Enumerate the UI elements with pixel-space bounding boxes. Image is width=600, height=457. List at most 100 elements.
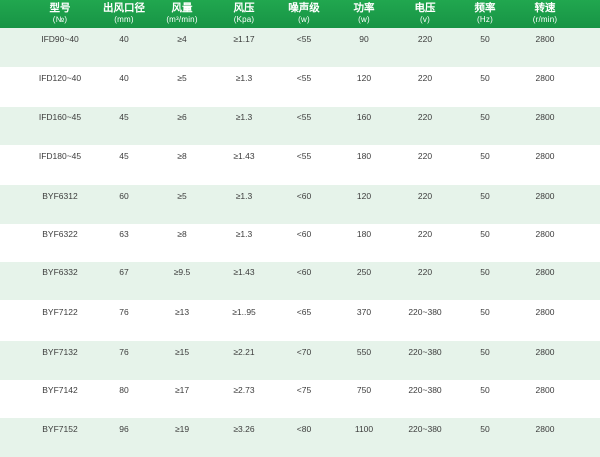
cell-voltage: 220~380 — [408, 423, 442, 434]
table-row: BYF6332 67 ≥9.5 ≥1.43 <60 250 220 50 2800 — [0, 262, 600, 300]
cell-noise-level: <55 — [296, 33, 312, 44]
header-title: 风量 — [171, 2, 193, 14]
cell-airflow: ≥9.5 — [173, 267, 191, 277]
table-row: BYF7142 80 ≥17 ≥2.73 <75 750 220~380 50 2800 — [0, 380, 600, 418]
header-unit: (Kpa) — [233, 15, 255, 24]
cell-voltage: 220~380 — [408, 385, 442, 395]
cell-airflow: ≥17 — [174, 385, 190, 395]
cell-pressure: ≥3.26 — [233, 423, 255, 434]
table-row: BYF6312 60 ≥5 ≥1.3 <60 120 220 50 2800 — [0, 185, 600, 224]
cell-voltage: 220 — [417, 112, 433, 122]
cell-frequency: 50 — [480, 73, 490, 83]
cell-power: 370 — [356, 306, 372, 317]
table-row: IFD120~40 40 ≥5 ≥1.3 <55 120 220 50 2800 — [0, 67, 600, 107]
header-unit: (w) — [358, 15, 370, 24]
header-frequency: 频率 (Hz) — [460, 2, 510, 26]
cell-model: BYF7142 — [42, 385, 78, 395]
cell-noise-level: <60 — [296, 229, 312, 239]
cell-frequency: 50 — [480, 112, 490, 122]
table-row: BYF7122 76 ≥13 ≥1..95 <65 370 220~380 50 2800 — [0, 300, 600, 341]
cell-power: 180 — [356, 229, 372, 239]
table-row: IFD90~40 40 ≥4 ≥1.17 <55 90 220 50 2800 — [0, 28, 600, 67]
cell-speed: 2800 — [535, 151, 555, 161]
header-title: 噪声级 — [288, 2, 320, 14]
spec-table: 型号 (№) 出风口径 (mm) 风量 (m³/min) 风压 (Kpa) 噪声级 (w) 功率 (w… — [0, 0, 600, 457]
cell-noise-level: <55 — [296, 151, 312, 161]
cell-airflow: ≥13 — [174, 306, 190, 317]
cell-pressure: ≥2.21 — [233, 346, 255, 357]
header-speed: 转速 (r/min) — [517, 2, 573, 26]
cell-voltage: 220 — [417, 190, 433, 201]
cell-speed: 2800 — [535, 306, 555, 317]
cell-voltage: 220 — [417, 267, 433, 277]
cell-outlet-diameter: 45 — [119, 112, 129, 122]
cell-speed: 2800 — [535, 73, 555, 83]
header-power: 功率 (w) — [336, 2, 392, 26]
cell-frequency: 50 — [480, 190, 490, 201]
cell-pressure: ≥1.43 — [233, 267, 255, 277]
cell-speed: 2800 — [535, 267, 555, 277]
cell-airflow: ≥5 — [177, 73, 187, 83]
cell-outlet-diameter: 96 — [119, 423, 129, 434]
cell-airflow: ≥8 — [177, 151, 187, 161]
cell-airflow: ≥15 — [174, 346, 190, 357]
cell-voltage: 220 — [417, 73, 433, 83]
cell-model: BYF6322 — [42, 229, 78, 239]
header-title: 转速 — [534, 2, 556, 14]
cell-outlet-diameter: 67 — [119, 267, 129, 277]
header-unit: (v) — [420, 15, 430, 24]
cell-outlet-diameter: 80 — [119, 385, 129, 395]
cell-voltage: 220 — [417, 33, 433, 44]
cell-model: BYF6332 — [42, 267, 78, 277]
cell-model: IFD90~40 — [41, 33, 79, 44]
cell-power: 90 — [359, 33, 369, 44]
cell-speed: 2800 — [535, 112, 555, 122]
cell-power: 250 — [356, 267, 372, 277]
cell-power: 550 — [356, 346, 372, 357]
cell-frequency: 50 — [480, 423, 490, 434]
cell-frequency: 50 — [480, 151, 490, 161]
cell-airflow: ≥6 — [177, 112, 187, 122]
cell-noise-level: <55 — [296, 112, 312, 122]
cell-power: 120 — [356, 190, 372, 201]
header-title: 频率 — [474, 2, 496, 14]
cell-model: IFD180~45 — [38, 151, 82, 161]
cell-power: 160 — [356, 112, 372, 122]
cell-pressure: ≥1.43 — [233, 151, 255, 161]
cell-noise-level: <75 — [296, 385, 312, 395]
cell-airflow: ≥19 — [174, 423, 190, 434]
cell-model: BYF6312 — [42, 190, 78, 201]
cell-model: IFD120~40 — [38, 73, 82, 83]
cell-speed: 2800 — [535, 33, 555, 44]
cell-pressure: ≥1.3 — [235, 229, 253, 239]
cell-frequency: 50 — [480, 229, 490, 239]
cell-power: 1100 — [354, 423, 374, 434]
cell-model: IFD160~45 — [38, 112, 82, 122]
cell-frequency: 50 — [480, 33, 490, 44]
cell-power: 120 — [356, 73, 372, 83]
cell-noise-level: <65 — [296, 306, 312, 317]
cell-outlet-diameter: 40 — [119, 73, 129, 83]
header-noise-level: 噪声级 (w) — [276, 2, 332, 26]
cell-pressure: ≥1..95 — [232, 306, 256, 317]
header-title: 型号 — [49, 2, 71, 14]
cell-power: 750 — [356, 385, 372, 395]
table-row: BYF6322 63 ≥8 ≥1.3 <60 180 220 50 2800 — [0, 224, 600, 262]
table-row: BYF7132 76 ≥15 ≥2.21 <70 550 220~380 50 2800 — [0, 341, 600, 380]
cell-power: 180 — [356, 151, 372, 161]
cell-outlet-diameter: 45 — [119, 151, 129, 161]
cell-outlet-diameter: 63 — [119, 229, 129, 239]
table-row: BYF7152 96 ≥19 ≥3.26 <80 1100 220~380 50 2800 — [0, 418, 600, 457]
cell-voltage: 220~380 — [408, 306, 442, 317]
header-pressure: 风压 (Kpa) — [214, 2, 274, 26]
header-unit: (mm) — [114, 15, 134, 24]
cell-frequency: 50 — [480, 385, 490, 395]
cell-speed: 2800 — [535, 346, 555, 357]
header-model: 型号 (№) — [15, 2, 105, 26]
cell-speed: 2800 — [535, 423, 555, 434]
cell-outlet-diameter: 40 — [119, 33, 129, 44]
header-unit: (w) — [298, 15, 310, 24]
cell-model: BYF7152 — [42, 423, 78, 434]
header-unit: (№) — [52, 15, 68, 24]
cell-pressure: ≥1.3 — [235, 190, 253, 201]
